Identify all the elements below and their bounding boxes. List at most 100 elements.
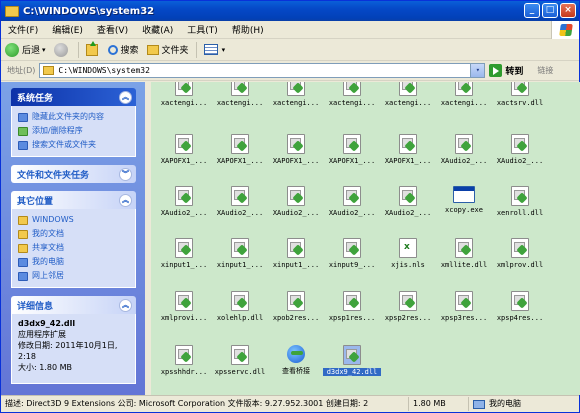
- file-item[interactable]: XAudio2_...: [211, 186, 269, 217]
- back-dropdown-icon[interactable]: ▾: [42, 46, 46, 54]
- file-name: XAudio2_...: [216, 209, 264, 217]
- file-item[interactable]: xinput9_...: [323, 238, 381, 269]
- file-item[interactable]: xactengi...: [211, 82, 269, 107]
- file-tasks-header[interactable]: 文件和文件夹任务 ︾: [11, 165, 136, 183]
- file-item-selected[interactable]: d3dx9_42.dll: [323, 345, 381, 376]
- file-tasks-box: 文件和文件夹任务 ︾: [11, 165, 136, 183]
- forward-button[interactable]: [50, 40, 75, 60]
- collapse-chevron-icon[interactable]: ︽: [119, 298, 132, 312]
- network-bridge-icon: [287, 345, 305, 363]
- file-name: xpob2res...: [272, 314, 320, 322]
- close-button[interactable]: ×: [560, 3, 576, 18]
- dll-file-icon: [399, 186, 417, 206]
- file-item[interactable]: xpsp1res...: [323, 291, 381, 322]
- file-item[interactable]: xpsservc.dll: [211, 345, 269, 376]
- task-hide-folder-contents[interactable]: 隐藏此文件夹的内容: [18, 110, 129, 124]
- file-name: XAudio2_...: [272, 209, 320, 217]
- file-item[interactable]: xmlprov.dll: [491, 238, 549, 269]
- file-item[interactable]: XAPOFX1_...: [379, 134, 437, 165]
- file-item[interactable]: xmlprovi...: [155, 291, 213, 322]
- file-item[interactable]: XAudio2_...: [379, 186, 437, 217]
- file-item[interactable]: xjis.nls: [379, 238, 437, 269]
- place-my-computer[interactable]: 我的电脑: [18, 255, 129, 269]
- place-label: 我的电脑: [32, 257, 64, 266]
- file-item[interactable]: xactengi...: [323, 82, 381, 107]
- task-search-files[interactable]: 搜索文件或文件夹: [18, 138, 129, 152]
- file-item[interactable]: xinput1_...: [267, 238, 325, 269]
- file-item[interactable]: xpsp4res...: [491, 291, 549, 322]
- file-name: d3dx9_42.dll: [323, 368, 381, 376]
- menu-tools[interactable]: 工具(T): [180, 23, 225, 36]
- file-item[interactable]: xactengi...: [435, 82, 493, 107]
- file-item[interactable]: xactengi...: [267, 82, 325, 107]
- system-tasks-header[interactable]: 系统任务 ︽: [11, 88, 136, 106]
- collapse-chevron-icon[interactable]: ︽: [119, 193, 132, 207]
- file-item[interactable]: XAudio2_...: [155, 186, 213, 217]
- menu-file[interactable]: 文件(F): [1, 23, 45, 36]
- dll-file-icon: [175, 82, 193, 96]
- maximize-button[interactable]: □: [542, 3, 558, 18]
- address-dropdown-icon[interactable]: ▾: [470, 64, 485, 77]
- folders-button[interactable]: 文件夹: [143, 40, 193, 60]
- other-places-header[interactable]: 其它位置 ︽: [11, 191, 136, 209]
- place-my-documents[interactable]: 我的文档: [18, 227, 129, 241]
- links-label[interactable]: 链接: [537, 65, 553, 76]
- file-item[interactable]: XAudio2_...: [323, 186, 381, 217]
- my-computer-icon: [473, 399, 485, 409]
- file-item[interactable]: xmllite.dll: [435, 238, 493, 269]
- file-item[interactable]: xpob2res...: [267, 291, 325, 322]
- file-item[interactable]: XAudio2_...: [435, 134, 493, 165]
- dll-file-icon: [287, 186, 305, 206]
- file-item[interactable]: xenroll.dll: [491, 186, 549, 217]
- file-item[interactable]: xpsp3res...: [435, 291, 493, 322]
- file-item[interactable]: XAudio2_...: [491, 134, 549, 165]
- file-item[interactable]: XAPOFX1_...: [155, 134, 213, 165]
- go-button[interactable]: 转到: [489, 64, 523, 77]
- file-item[interactable]: xpsshhdr...: [155, 345, 213, 376]
- file-name: xinput1_...: [272, 261, 320, 269]
- file-item[interactable]: xactengi...: [379, 82, 437, 107]
- file-item[interactable]: xpsp2res...: [379, 291, 437, 322]
- file-item[interactable]: XAudio2_...: [267, 186, 325, 217]
- menu-view[interactable]: 查看(V): [90, 23, 135, 36]
- file-item[interactable]: 查看桥接: [267, 345, 325, 376]
- address-input[interactable]: C:\WINDOWS\system32 ▾: [39, 63, 486, 78]
- views-button[interactable]: ▾: [200, 40, 230, 60]
- file-item[interactable]: xinput1_...: [155, 238, 213, 269]
- back-button[interactable]: 后退 ▾: [1, 40, 50, 60]
- menu-favorites[interactable]: 收藏(A): [135, 23, 180, 36]
- file-item[interactable]: xinput1_...: [211, 238, 269, 269]
- title-bar[interactable]: C:\WINDOWS\system32 _ □ ×: [1, 1, 579, 21]
- place-network[interactable]: 网上邻居: [18, 269, 129, 283]
- windows-flag-icon: [559, 24, 573, 36]
- file-item[interactable]: xcopy.exe: [435, 186, 493, 214]
- expand-chevron-icon[interactable]: ︾: [119, 167, 132, 181]
- toolbar-separator: [77, 41, 79, 58]
- file-name: XAudio2_...: [328, 209, 376, 217]
- details-modified-label: 修改日期:: [18, 341, 53, 350]
- file-item[interactable]: xactengi...: [155, 82, 213, 107]
- collapse-chevron-icon[interactable]: ︽: [119, 90, 132, 104]
- menu-edit[interactable]: 编辑(E): [45, 23, 90, 36]
- file-item[interactable]: XAPOFX1_...: [211, 134, 269, 165]
- minimize-button[interactable]: _: [524, 3, 540, 18]
- folders-icon: [146, 44, 159, 55]
- file-item[interactable]: XAPOFX1_...: [267, 134, 325, 165]
- file-name: xactengi...: [328, 99, 376, 107]
- file-name: xmlprov.dll: [496, 261, 544, 269]
- up-button[interactable]: [82, 40, 104, 60]
- file-item[interactable]: xactsrv.dll: [491, 82, 549, 107]
- task-add-remove-programs[interactable]: 添加/删除程序: [18, 124, 129, 138]
- place-windows[interactable]: WINDOWS: [18, 213, 129, 227]
- dll-file-icon: [455, 291, 473, 311]
- file-item[interactable]: XAPOFX1_...: [323, 134, 381, 165]
- file-list-view[interactable]: xactengi... xactengi... xactengi... xacteng…: [151, 82, 580, 395]
- menu-help[interactable]: 帮助(H): [225, 23, 271, 36]
- details-header[interactable]: 详细信息 ︽: [11, 296, 136, 314]
- nls-file-icon: [399, 238, 417, 258]
- search-button[interactable]: 搜索: [104, 40, 143, 60]
- forward-arrow-icon: [53, 42, 68, 57]
- dll-file-icon: [511, 238, 529, 258]
- file-item[interactable]: xolehlp.dll: [211, 291, 269, 322]
- place-shared-documents[interactable]: 共享文档: [18, 241, 129, 255]
